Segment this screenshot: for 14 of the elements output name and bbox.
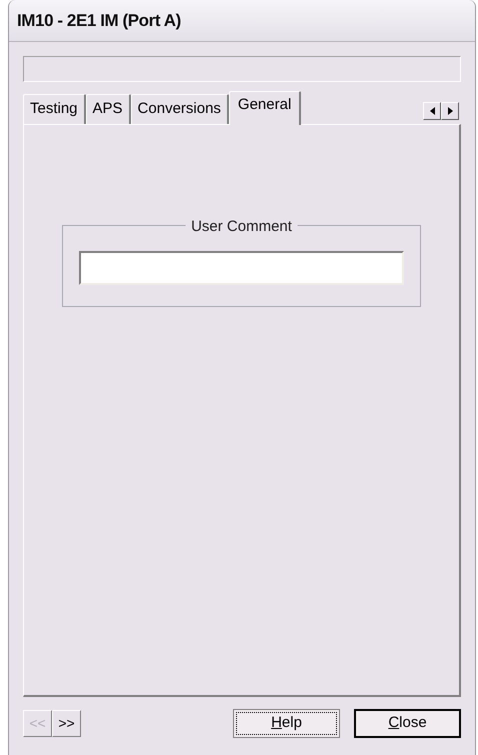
right-triangle-icon [448, 107, 452, 115]
tab[interactable]: APS [86, 94, 131, 124]
scroll-left-button[interactable] [423, 102, 441, 120]
window-title: IM10 - 2E1 IM (Port A) [17, 10, 181, 32]
dialog-button[interactable]: Help [233, 709, 340, 738]
tab[interactable]: Testing [23, 94, 86, 124]
tab[interactable]: General [228, 91, 302, 125]
comment-field[interactable] [79, 251, 404, 285]
status-field[interactable] [23, 56, 461, 82]
left-triangle-icon [430, 107, 434, 115]
nav-button[interactable]: >> [52, 710, 81, 737]
scroll-right-button[interactable] [441, 102, 459, 120]
dialog-button[interactable]: Close [354, 709, 461, 738]
tab[interactable]: Conversions [130, 94, 229, 124]
